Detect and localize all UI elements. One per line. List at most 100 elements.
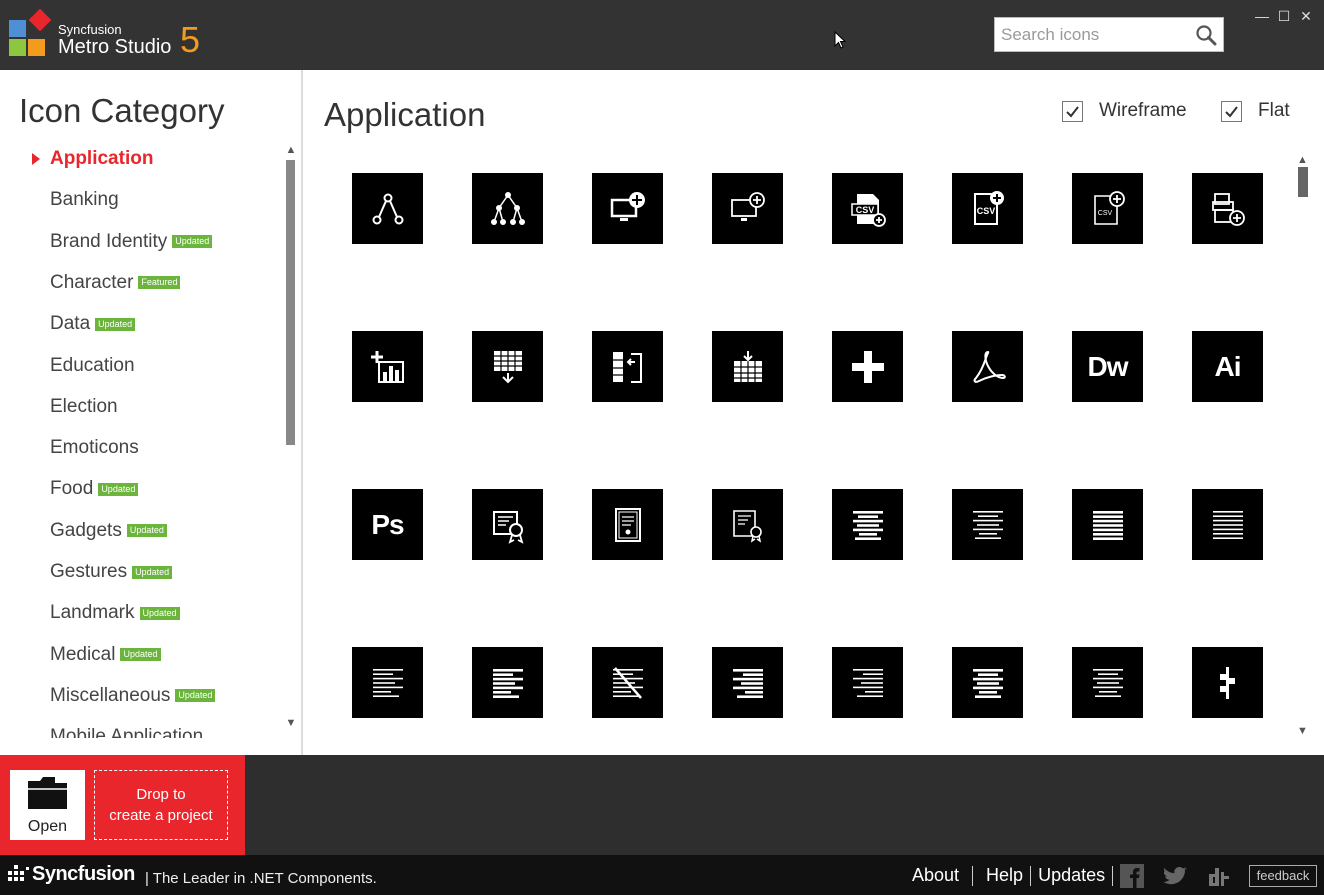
- icon-tile[interactable]: [712, 173, 783, 244]
- wireframe-checkbox[interactable]: [1062, 100, 1083, 122]
- sidebar-item-application[interactable]: Application: [50, 148, 153, 174]
- app-version: 5: [180, 19, 201, 60]
- sidebar-item-label: Data: [50, 313, 91, 335]
- sidebar-item-data[interactable]: Data Updated: [50, 309, 136, 339]
- icon-tile[interactable]: CSV: [832, 173, 903, 244]
- title-bar: Syncfusion Metro Studio 5 — ☐ ✕: [0, 0, 1324, 70]
- about-link[interactable]: About: [912, 865, 959, 886]
- icon-tile[interactable]: [832, 489, 903, 560]
- digg-icon[interactable]: [1207, 864, 1231, 888]
- icon-tile[interactable]: [952, 647, 1023, 718]
- sidebar-item-food[interactable]: Food Updated: [50, 474, 139, 504]
- align-center-icon: [852, 510, 883, 540]
- icon-tile[interactable]: [1192, 173, 1263, 244]
- icon-tile[interactable]: [1072, 489, 1143, 560]
- sidebar-item-banking[interactable]: Banking: [50, 185, 119, 215]
- icon-tile[interactable]: [952, 489, 1023, 560]
- icon-tile[interactable]: [472, 331, 543, 402]
- icon-tile[interactable]: [352, 331, 423, 402]
- certificate-frame-icon: [614, 507, 641, 542]
- syncfusion-logo-icon: [8, 864, 29, 881]
- icon-tile[interactable]: [832, 647, 903, 718]
- icon-tile[interactable]: [472, 647, 543, 718]
- folder-icon: [28, 777, 67, 809]
- icon-tile[interactable]: [592, 647, 663, 718]
- icon-tile[interactable]: [1192, 647, 1263, 718]
- justify-outline-icon: [1212, 510, 1243, 539]
- icon-tile[interactable]: [592, 173, 663, 244]
- category-list[interactable]: Application Banking Brand Identity Updated C…: [0, 148, 282, 738]
- icon-tile[interactable]: [1192, 489, 1263, 560]
- sidebar-item-label: Character: [50, 271, 134, 293]
- close-button[interactable]: ✕: [1298, 8, 1314, 24]
- category-panel: Icon Category Application Banking Brand Id…: [0, 70, 303, 755]
- sidebar-item-label: Medical: [50, 643, 116, 665]
- dreamweaver-icon: Dw: [1087, 350, 1129, 382]
- flat-checkbox[interactable]: [1221, 100, 1242, 122]
- icon-tile[interactable]: Ps: [352, 489, 423, 560]
- drop-zone[interactable]: Drop to create a project: [94, 770, 228, 840]
- icon-tile[interactable]: [472, 173, 543, 244]
- sidebar-item-label: Brand Identity: [50, 230, 168, 252]
- open-project-button[interactable]: Open: [10, 770, 85, 840]
- maximize-button[interactable]: ☐: [1276, 8, 1292, 24]
- sidebar-item-character[interactable]: Character Featured: [50, 268, 181, 298]
- column-move-icon: [612, 351, 642, 383]
- align-right-icon: [852, 668, 883, 697]
- drop-text-line2: create a project: [109, 807, 213, 824]
- sidebar-item-medical[interactable]: Medical Updated: [50, 640, 161, 670]
- scroll-up-arrow-icon[interactable]: ▲: [285, 145, 297, 156]
- sidebar-item-emoticons[interactable]: Emoticons: [50, 433, 139, 463]
- sidebar-item-education[interactable]: Education: [50, 351, 135, 381]
- sidebar-item-label: Miscellaneous: [50, 684, 171, 706]
- icon-tile[interactable]: [592, 489, 663, 560]
- monitor-add-icon: [610, 191, 645, 221]
- sidebar-item-mobile-application[interactable]: Mobile Application: [50, 722, 203, 738]
- icon-tile[interactable]: CSV: [1072, 173, 1143, 244]
- flat-option[interactable]: Flat: [1221, 100, 1290, 122]
- scroll-down-arrow-icon[interactable]: ▼: [1297, 725, 1308, 737]
- icon-tile[interactable]: [712, 647, 783, 718]
- search-box[interactable]: [994, 17, 1224, 52]
- icon-tile[interactable]: Ai: [1192, 331, 1263, 402]
- flat-label: Flat: [1258, 100, 1290, 121]
- icon-tile[interactable]: [712, 331, 783, 402]
- facebook-icon[interactable]: [1120, 864, 1144, 888]
- minimize-button[interactable]: —: [1254, 8, 1270, 24]
- updates-link[interactable]: Updates: [1038, 865, 1105, 886]
- sidebar-item-election[interactable]: Election: [50, 392, 118, 422]
- icon-tile[interactable]: [352, 173, 423, 244]
- sidebar-item-landmark[interactable]: Landmark Updated: [50, 598, 180, 628]
- sidebar-item-gestures[interactable]: Gestures Updated: [50, 557, 173, 587]
- status-badge: Updated: [120, 648, 161, 662]
- center-bold-icon: [972, 668, 1003, 698]
- search-icon[interactable]: [1195, 24, 1217, 46]
- icon-tile[interactable]: [472, 489, 543, 560]
- wireframe-option[interactable]: Wireframe: [1062, 100, 1187, 122]
- icon-tile[interactable]: [352, 647, 423, 718]
- icon-tile[interactable]: [952, 331, 1023, 402]
- brand-company: Syncfusion: [58, 22, 122, 37]
- scroll-up-arrow-icon[interactable]: ▲: [1297, 154, 1308, 166]
- icon-tile[interactable]: [832, 331, 903, 402]
- icon-tile[interactable]: [712, 489, 783, 560]
- drop-text-line1: Drop to: [136, 786, 186, 803]
- table-download-icon: [493, 350, 522, 383]
- category-scrollbar-thumb[interactable]: [286, 160, 295, 445]
- help-link[interactable]: Help: [986, 865, 1023, 886]
- syncfusion-logo: Syncfusion: [8, 863, 135, 886]
- icon-tile[interactable]: CSV: [952, 173, 1023, 244]
- icon-tile[interactable]: [1072, 647, 1143, 718]
- icon-scrollbar-thumb[interactable]: [1298, 167, 1308, 197]
- icon-tile[interactable]: Dw: [1072, 331, 1143, 402]
- sidebar-item-miscellaneous[interactable]: Miscellaneous Updated: [50, 681, 216, 711]
- scroll-down-arrow-icon[interactable]: ▼: [285, 718, 297, 729]
- search-input[interactable]: [1001, 24, 1191, 46]
- twitter-icon[interactable]: [1164, 864, 1188, 888]
- sidebar-item-brand-identity[interactable]: Brand Identity Updated: [50, 227, 213, 257]
- icon-tile[interactable]: [592, 331, 663, 402]
- sidebar-item-gadgets[interactable]: Gadgets Updated: [50, 516, 167, 546]
- sidebar-item-label: Banking: [50, 189, 119, 211]
- open-label: Open: [27, 818, 68, 835]
- feedback-button[interactable]: feedback: [1249, 865, 1317, 887]
